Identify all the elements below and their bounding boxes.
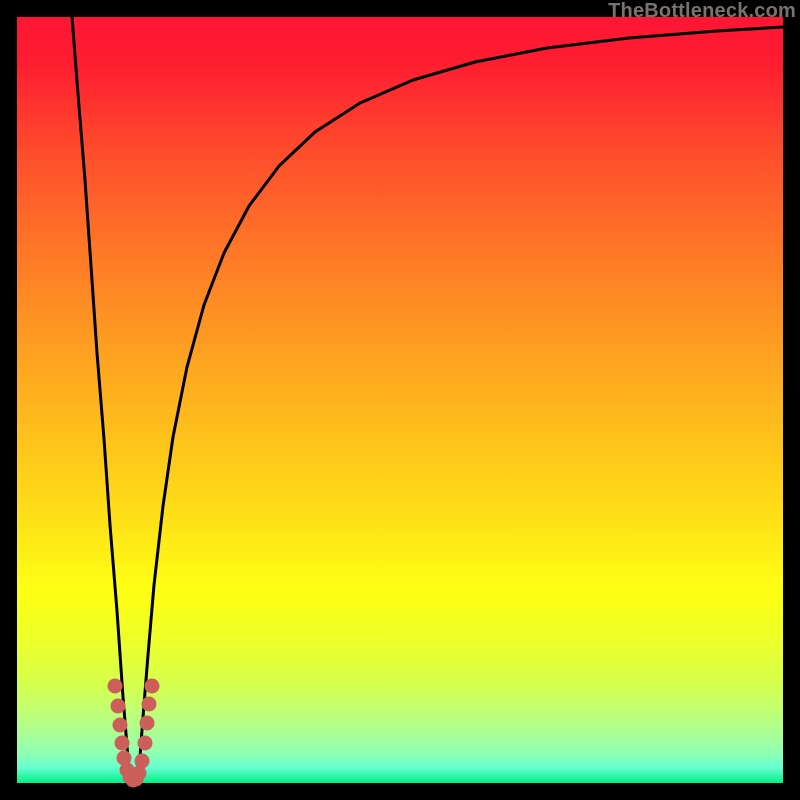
- chart-svg: [17, 17, 783, 783]
- scatter-dot: [140, 716, 155, 731]
- watermark-text: TheBottleneck.com: [608, 0, 796, 23]
- plot-area: [17, 17, 783, 783]
- scatter-dot: [135, 754, 150, 769]
- scatter-dot: [111, 699, 126, 714]
- chart-frame: TheBottleneck.com: [0, 0, 800, 800]
- scatter-dot: [115, 736, 130, 751]
- curve-right-branch: [138, 27, 783, 783]
- scatter-dot: [108, 679, 123, 694]
- scatter-dot: [145, 679, 160, 694]
- curve-left-branch: [72, 17, 130, 783]
- scatter-dot: [142, 697, 157, 712]
- scatter-dot: [113, 718, 128, 733]
- scatter-dot: [138, 736, 153, 751]
